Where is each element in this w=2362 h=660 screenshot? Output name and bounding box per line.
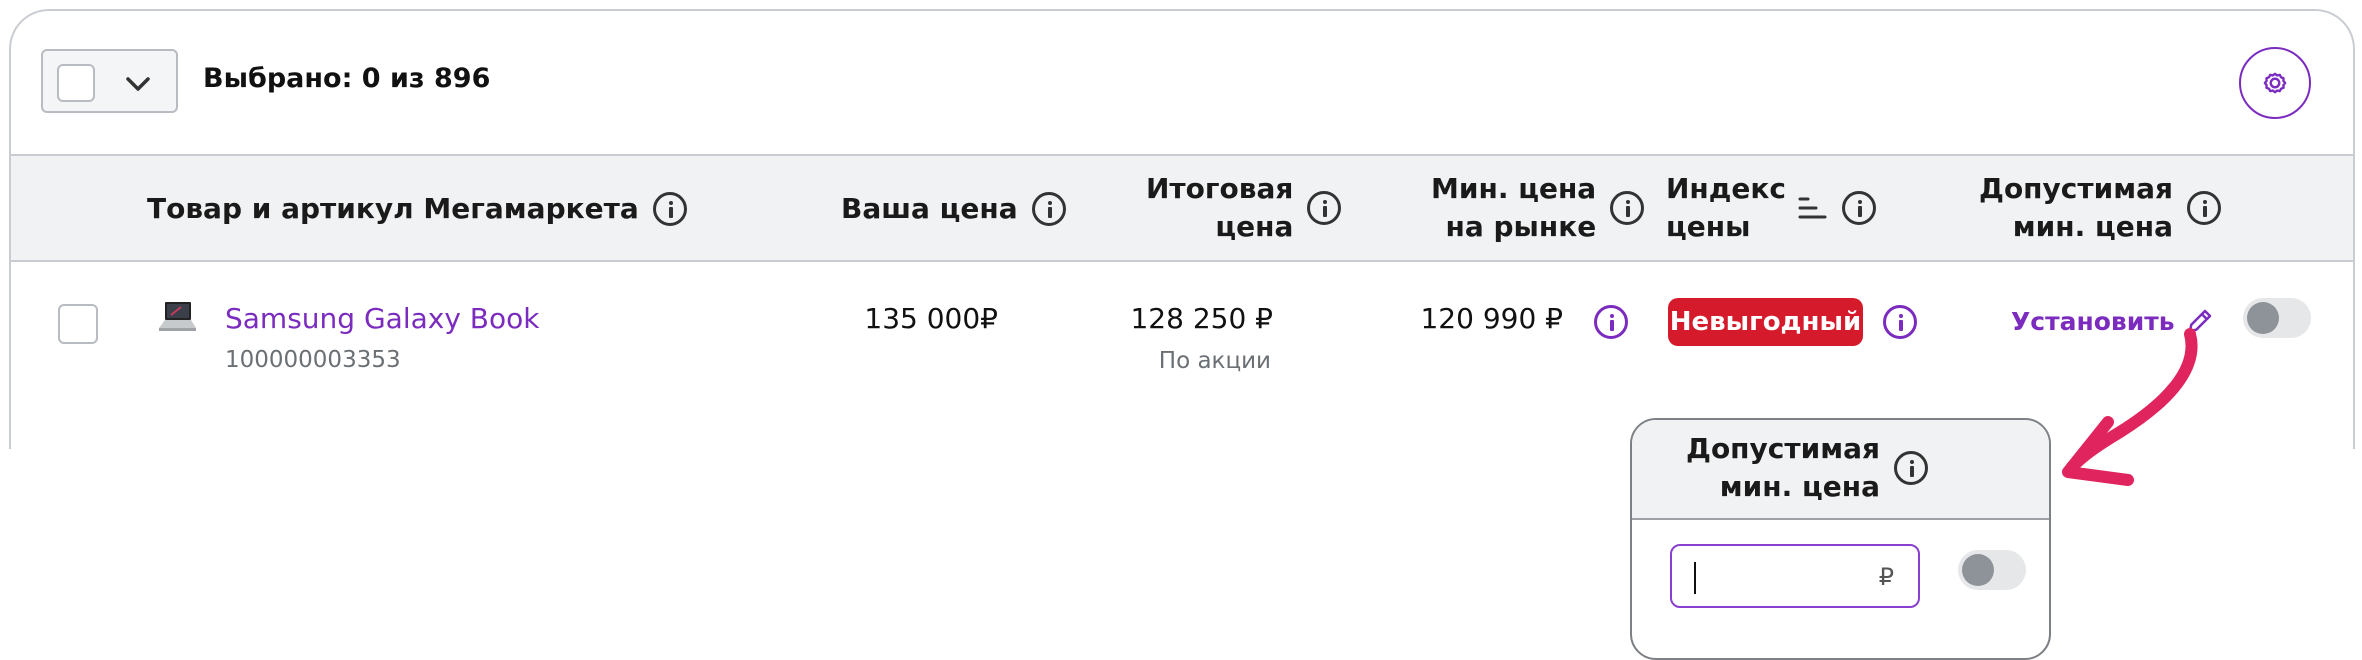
col-min-market-price[interactable]: Мин. цена на рынке <box>1431 170 1645 246</box>
col-product-label: Товар и артикул Мегамаркета <box>147 192 639 225</box>
min-price-input[interactable]: ₽ <box>1670 544 1920 608</box>
your-price-value: 135 000₽ <box>864 302 998 335</box>
min-price-toggle[interactable] <box>2243 298 2311 338</box>
info-icon[interactable] <box>1307 191 1342 225</box>
popup-header: Допустимая мин. цена <box>1632 420 2049 520</box>
col-allowed-min-line2: мин. цена <box>2012 210 2173 243</box>
info-icon[interactable] <box>1841 191 1876 225</box>
sort-icon[interactable] <box>1798 193 1828 223</box>
col-your-price-label: Ваша цена <box>841 192 1018 225</box>
products-table-card: Выбрано: 0 из 896 Товар и артикул Мегама… <box>9 9 2355 449</box>
col-price-index[interactable]: Индекс цены <box>1666 170 1876 246</box>
chevron-down-icon[interactable] <box>121 67 155 101</box>
popup-title-line2: мин. цена <box>1719 470 1880 503</box>
col-final-price[interactable]: Итоговая цена <box>1146 170 1342 246</box>
settings-button[interactable] <box>2239 47 2311 119</box>
popup-title-line1: Допустимая <box>1686 432 1880 465</box>
allowed-min-price-popup: Допустимая мин. цена ₽ <box>1630 418 2051 660</box>
info-icon[interactable] <box>1031 192 1066 226</box>
col-allowed-min-line1: Допустимая <box>1979 172 2173 205</box>
col-final-price-label: Итоговая цена <box>1146 170 1293 246</box>
price-index-badge: Невыгодный <box>1668 298 1863 346</box>
bulk-select-dropdown[interactable] <box>41 49 178 113</box>
min-market-price-value: 120 990 ₽ <box>1420 302 1563 335</box>
final-price-value: 128 250 ₽ <box>1130 302 1273 335</box>
info-icon[interactable] <box>652 192 687 226</box>
gear-icon <box>2263 72 2287 94</box>
text-caret <box>1694 562 1696 594</box>
row-checkbox[interactable] <box>58 304 98 344</box>
col-product[interactable]: Товар и артикул Мегамаркета <box>147 190 687 228</box>
annotation-arrow <box>2062 328 2198 486</box>
info-icon[interactable] <box>2186 191 2221 225</box>
col-final-price-line2: цена <box>1215 210 1294 243</box>
col-final-price-line1: Итоговая <box>1146 172 1294 205</box>
col-your-price[interactable]: Ваша цена <box>841 190 1066 228</box>
product-name-link[interactable]: Samsung Galaxy Book <box>225 302 539 335</box>
info-icon[interactable] <box>1893 451 1928 485</box>
table-toolbar: Выбрано: 0 из 896 <box>11 11 2353 154</box>
product-sku: 100000003353 <box>225 347 401 373</box>
currency-symbol: ₽ <box>1878 563 1894 591</box>
popup-toggle[interactable] <box>1958 550 2026 590</box>
table-header: Товар и артикул Мегамаркета Ваша цена Ит… <box>11 154 2353 262</box>
col-min-market-line1: Мин. цена <box>1431 172 1597 205</box>
selected-count: Выбрано: 0 из 896 <box>203 63 491 94</box>
col-price-index-line2: цены <box>1666 210 1751 243</box>
col-allowed-min-label: Допустимая мин. цена <box>1979 170 2173 246</box>
popup-title-label: Допустимая мин. цена <box>1686 430 1880 506</box>
info-icon[interactable] <box>1594 305 1628 339</box>
popup-title: Допустимая мин. цена <box>1686 430 1928 506</box>
final-price-note: По акции <box>1158 348 1271 374</box>
col-min-market-line2: на рынке <box>1445 210 1597 243</box>
toggle-knob <box>2247 302 2279 334</box>
info-icon[interactable] <box>1610 191 1645 225</box>
toggle-knob <box>1962 554 1994 586</box>
col-price-index-line1: Индекс <box>1666 172 1786 205</box>
col-price-index-label: Индекс цены <box>1666 170 1786 246</box>
col-allowed-min-price[interactable]: Допустимая мин. цена <box>1979 170 2221 246</box>
select-all-checkbox[interactable] <box>57 64 95 102</box>
laptop-thumbnail <box>159 302 196 331</box>
col-min-market-label: Мин. цена на рынке <box>1431 170 1596 246</box>
table-row: Samsung Galaxy Book 100000003353 135 000… <box>11 262 2353 402</box>
info-icon[interactable] <box>1883 305 1917 339</box>
